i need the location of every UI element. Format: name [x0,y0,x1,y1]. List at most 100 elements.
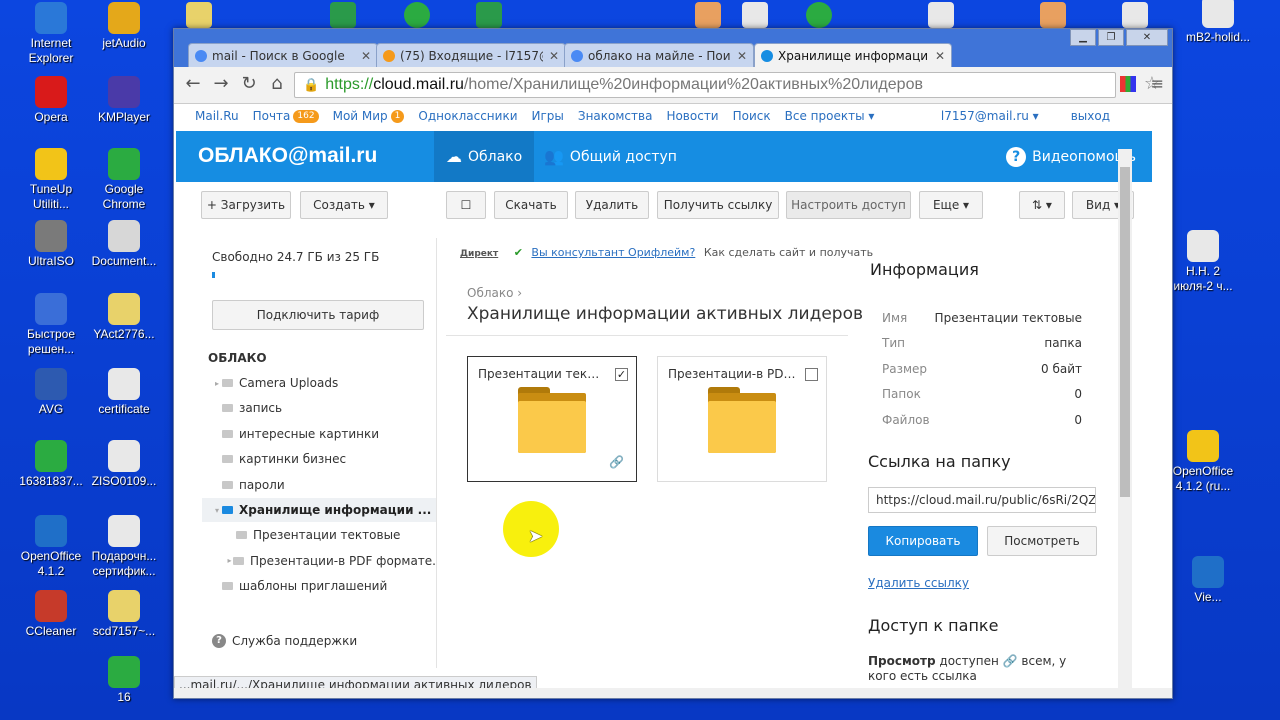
folder-tree-item[interactable]: Презентации тектовые [202,523,436,547]
nav-cloud[interactable]: ☁ Облако [434,131,535,182]
portal-link-mailru[interactable]: Mail.Ru [195,109,239,123]
tab-cloud-storage[interactable]: Хранилище информаци ✕ [754,43,952,68]
forward-icon[interactable]: → [210,73,232,95]
tab-inbox[interactable]: (75) Входящие - l7157@ ✕ [376,43,566,68]
sort-button[interactable]: ⇅ ▾ [1019,191,1065,219]
desktop-top-icon[interactable] [695,2,721,28]
breadcrumb[interactable]: Облако › [467,286,522,300]
expand-icon[interactable]: ▾ [212,506,222,515]
ad-link[interactable]: Вы консультант Орифлейм? [531,246,695,259]
folder-checkbox[interactable] [805,368,818,381]
ad-banner[interactable]: Директ ✔ Вы консультант Орифлейм? Как сд… [460,246,873,259]
desktop-top-icon[interactable] [928,2,954,28]
folder-tree-item[interactable]: интересные картинки [202,422,436,446]
desktop-icon[interactable]: 16 [86,656,162,705]
folder-tree-item[interactable]: запись [202,396,436,420]
scrollbar-thumb[interactable] [1120,167,1130,497]
desktop-icon[interactable]: certificate [86,368,162,417]
close-tab-icon[interactable]: ✕ [935,49,945,63]
desktop-icon[interactable]: OpenOffice 4.1.2 (ru... [1165,430,1241,494]
desktop-icon[interactable]: TuneUp Utiliti... [13,148,89,212]
vertical-scrollbar[interactable] [1118,149,1132,694]
desktop-icon[interactable]: scd7157~... [86,590,162,639]
logout-link[interactable]: выход [1071,109,1110,123]
back-icon[interactable]: ← [182,73,204,95]
maximize-icon[interactable]: ❐ [1098,29,1124,46]
desktop-icon[interactable]: Vie... [1170,556,1246,605]
desktop-top-icon[interactable] [330,2,356,28]
get-link-button[interactable]: Получить ссылку [657,191,779,219]
folder-tree-item[interactable]: ▾ Хранилище информации ... [202,498,436,522]
folder-tree-item[interactable]: ▸ Camera Uploads [202,371,436,395]
public-link-field[interactable]: https://cloud.mail.ru/public/6sRi/2QZu [868,487,1096,513]
desktop-icon[interactable]: UltraISO [13,220,89,269]
cloud-logo[interactable]: ОБЛАКО@mail.ru [198,144,377,168]
remove-link[interactable]: Удалить ссылку [868,576,969,590]
folder-card[interactable]: Презентации-в PDF ... [657,356,827,482]
close-window-icon[interactable]: ✕ [1126,29,1168,46]
folder-tree-item[interactable]: картинки бизнес [202,447,436,471]
desktop-top-icon[interactable] [404,2,430,28]
tab-cloud-search[interactable]: облако на майле - Поис ✕ [564,43,754,68]
download-button[interactable]: Скачать [494,191,568,219]
expand-icon[interactable]: ▸ [212,379,222,388]
folder-checkbox[interactable]: ✓ [615,368,628,381]
portal-link-mail[interactable]: Почта 162 [253,109,319,123]
desktop-icon[interactable]: jetAudio [86,2,162,51]
desktop-top-icon[interactable] [806,2,832,28]
close-tab-icon[interactable]: ✕ [737,49,747,63]
desktop-top-icon[interactable] [476,2,502,28]
desktop-icon[interactable]: Internet Explorer [13,2,89,66]
folder-tree-item[interactable]: ▸ Презентации-в PDF формате. [202,549,437,573]
horizontal-scrollbar[interactable] [174,688,1172,698]
desktop-top-icon[interactable] [186,2,212,28]
portal-link-news[interactable]: Новости [666,109,718,123]
close-tab-icon[interactable]: ✕ [549,49,559,63]
portal-link-dating[interactable]: Знакомства [578,109,653,123]
desktop-icon[interactable]: CCleaner [13,590,89,639]
desktop-top-icon[interactable] [742,2,768,28]
portal-link-mymir[interactable]: Мой Мир 1 [333,109,405,123]
address-bar[interactable]: 🔒 https:// cloud.mail.ru /home/Хранилище… [294,72,1116,98]
desktop-icon[interactable]: Н.Н. 2 июля-2 ч... [1165,230,1241,294]
desktop-icon[interactable]: Opera [13,76,89,125]
video-help[interactable]: ? Видеопомощь [1006,147,1136,167]
configure-access-button[interactable]: Настроить доступ [786,191,911,219]
portal-link-ok[interactable]: Одноклассники [418,109,517,123]
select-all-checkbox[interactable]: ☐ [446,191,486,219]
more-button[interactable]: Еще ▾ [919,191,983,219]
desktop-icon[interactable]: 16381837... [13,440,89,489]
desktop-icon[interactable]: Подарочн... сертифик... [86,515,162,579]
create-button[interactable]: Создать ▾ [300,191,388,219]
folder-tree-item[interactable]: шаблоны приглашений [202,574,436,598]
home-icon[interactable]: ⌂ [266,73,288,95]
portal-link-search[interactable]: Поиск [733,109,771,123]
nav-shared[interactable]: 👥 Общий доступ [532,131,689,182]
desktop-icon[interactable]: KMPlayer [86,76,162,125]
portal-link-all-projects[interactable]: Все проекты ▾ [785,109,875,123]
copy-link-button[interactable]: Копировать [868,526,978,556]
desktop-icon[interactable]: Document... [86,220,162,269]
view-link-button[interactable]: Посмотреть [987,526,1097,556]
desktop-icon[interactable]: ZISO0109... [86,440,162,489]
close-tab-icon[interactable]: ✕ [361,49,371,63]
desktop-icon[interactable]: mB2-holid... [1180,0,1256,45]
tariff-button[interactable]: Подключить тариф [212,300,424,330]
desktop-icon[interactable]: YAct2776... [86,293,162,342]
desktop-icon[interactable]: Google Chrome [86,148,162,212]
chrome-menu-icon[interactable]: ≡ [1151,74,1164,93]
tab-google-search[interactable]: mail - Поиск в Google ✕ [188,43,378,68]
reload-icon[interactable]: ↻ [238,73,260,95]
desktop-top-icon[interactable] [1122,2,1148,28]
folder-card[interactable]: Презентации тектовые ✓ 🔗 [467,356,637,482]
minimize-icon[interactable]: ▁ [1070,29,1096,46]
desktop-icon[interactable]: Быстрое решен... [13,293,89,357]
upload-button[interactable]: + Загрузить [201,191,291,219]
desktop-top-icon[interactable] [1040,2,1066,28]
support-link[interactable]: ? Служба поддержки [212,634,357,648]
desktop-icon[interactable]: OpenOffice 4.1.2 [13,515,89,579]
portal-link-games[interactable]: Игры [532,109,564,123]
delete-button[interactable]: Удалить [575,191,649,219]
folder-tree-item[interactable]: пароли [202,473,436,497]
user-menu[interactable]: l7157@mail.ru ▾ [941,109,1039,123]
